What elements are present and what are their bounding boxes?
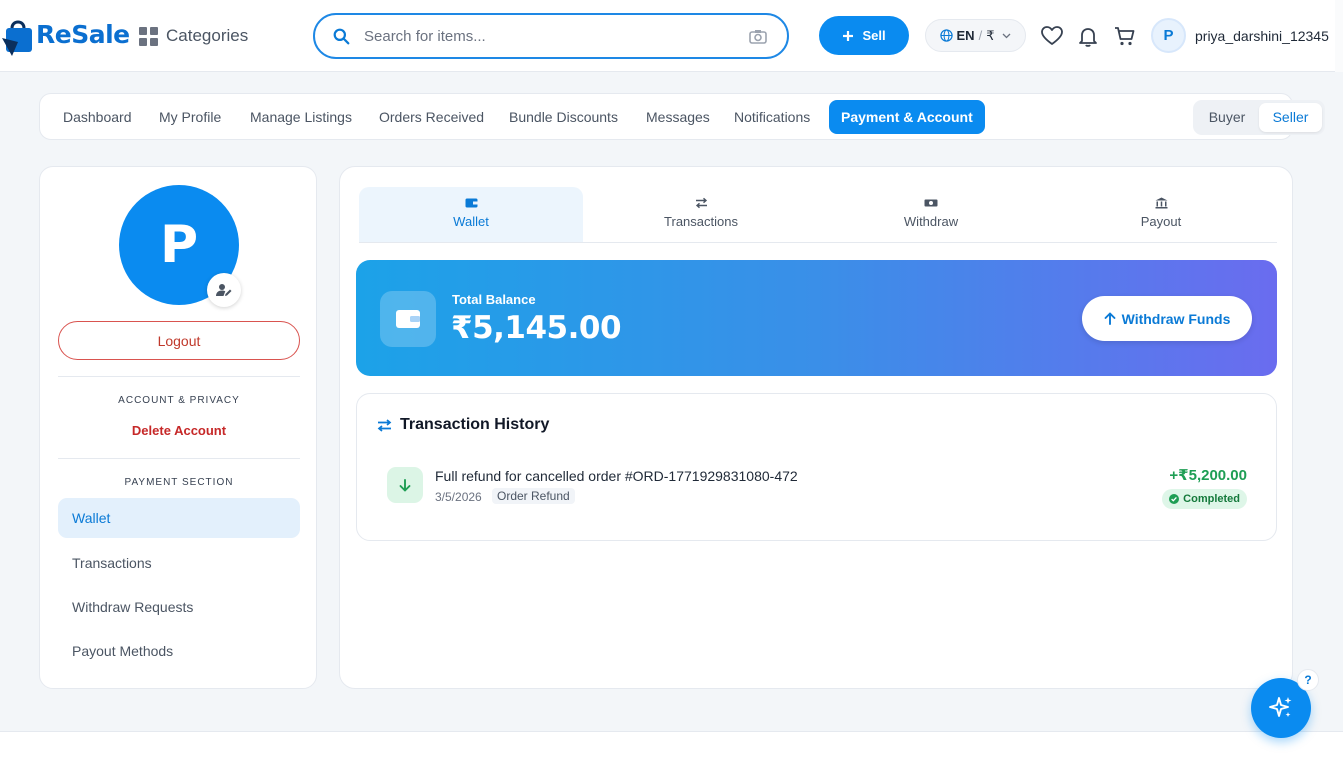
transfer-icon xyxy=(377,418,392,432)
total-balance-label: Total Balance xyxy=(452,292,536,307)
chevron-down-icon xyxy=(1003,33,1011,38)
buyer-option[interactable]: Buyer xyxy=(1196,103,1258,132)
tab-bundle-discounts[interactable]: Bundle Discounts xyxy=(497,100,630,134)
check-circle-icon xyxy=(1169,494,1180,504)
globe-icon xyxy=(939,29,953,42)
search-input[interactable] xyxy=(364,27,749,45)
seller-option[interactable]: Seller xyxy=(1259,103,1322,132)
transaction-history-title: Transaction History xyxy=(400,416,550,433)
bell-icon[interactable] xyxy=(1076,24,1100,48)
user-edit-icon xyxy=(216,284,232,296)
transaction-row[interactable]: Full refund for cancelled order #ORD-177… xyxy=(387,464,1247,510)
tab-withdraw-label: Withdraw xyxy=(903,214,959,229)
heart-icon[interactable] xyxy=(1040,24,1064,48)
sparkle-icon xyxy=(1269,697,1292,717)
divider xyxy=(58,376,300,377)
arrow-up-icon xyxy=(1104,312,1116,325)
categories-button[interactable]: Categories xyxy=(139,26,248,46)
transaction-history-heading: Transaction History xyxy=(377,416,549,434)
logo-text: ReSale xyxy=(36,20,130,49)
tab-transactions[interactable]: Transactions xyxy=(589,187,813,242)
transaction-description: Full refund for cancelled order #ORD-177… xyxy=(435,468,798,484)
transaction-history-card: Transaction History Full refund for canc… xyxy=(356,393,1277,541)
tab-wallet-label: Wallet xyxy=(453,214,489,229)
tab-notifications[interactable]: Notifications xyxy=(722,100,822,134)
payment-section-heading: PAYMENT SECTION xyxy=(124,477,234,488)
edit-avatar-button[interactable] xyxy=(207,273,241,307)
transaction-amount: +₹5,200.00 xyxy=(1169,467,1247,484)
withdraw-funds-label: Withdraw Funds xyxy=(1121,310,1231,327)
sidebar-item-wallet[interactable]: Wallet xyxy=(58,498,300,538)
scrollbar[interactable] xyxy=(1335,0,1343,72)
wallet-icon xyxy=(465,198,477,208)
role-toggle: Buyer Seller xyxy=(1193,100,1325,135)
tab-payout[interactable]: Payout xyxy=(1049,187,1273,242)
sidebar-item-transactions[interactable]: Transactions xyxy=(58,543,300,583)
tab-dashboard[interactable]: Dashboard xyxy=(51,100,144,134)
bank-icon xyxy=(1155,197,1167,209)
tab-my-profile[interactable]: My Profile xyxy=(147,100,233,134)
account-sidebar: P Logout ACCOUNT & PRIVACY Delete Accoun… xyxy=(39,166,317,689)
transfer-icon xyxy=(695,197,707,209)
camera-icon[interactable] xyxy=(749,29,767,44)
tab-messages[interactable]: Messages xyxy=(634,100,722,134)
cart-icon[interactable] xyxy=(1113,24,1137,48)
search-icon[interactable] xyxy=(333,28,350,45)
tab-wallet[interactable]: Wallet xyxy=(359,187,583,242)
divider xyxy=(58,458,300,459)
resale-logo[interactable]: ReSale xyxy=(2,16,130,60)
sell-button[interactable]: Sell xyxy=(819,16,909,55)
sidebar-item-withdraw-requests[interactable]: Withdraw Requests xyxy=(58,587,300,627)
language-label: EN xyxy=(956,28,975,43)
tab-orders-received[interactable]: Orders Received xyxy=(367,100,496,134)
tab-manage-listings[interactable]: Manage Listings xyxy=(238,100,364,134)
user-menu[interactable]: P priya_darshini_12345 xyxy=(1151,18,1329,53)
wallet-tabs: Wallet Transactions Withdraw Payout xyxy=(359,187,1277,243)
status-badge: Completed xyxy=(1162,489,1247,509)
withdraw-funds-button[interactable]: Withdraw Funds xyxy=(1082,296,1252,341)
tab-withdraw[interactable]: Withdraw xyxy=(819,187,1043,242)
dashboard-nav: Dashboard My Profile Manage Listings Ord… xyxy=(39,93,1325,140)
top-header: ReSale Categories Sell EN / ₹ xyxy=(0,0,1343,72)
transaction-date: 3/5/2026 xyxy=(435,490,482,504)
lang-separator: / xyxy=(978,28,983,43)
tab-payout-label: Payout xyxy=(1140,214,1182,229)
page-footer xyxy=(0,731,1343,768)
username: priya_darshini_12345 xyxy=(1195,27,1329,44)
plus-icon xyxy=(843,30,854,41)
cash-icon xyxy=(924,199,938,207)
search-bar xyxy=(313,13,789,59)
language-currency-selector[interactable]: EN / ₹ xyxy=(925,19,1026,52)
wallet-icon xyxy=(380,291,436,347)
grid-icon xyxy=(139,26,158,46)
currency-label: ₹ xyxy=(986,27,995,43)
arrow-down-icon xyxy=(387,467,423,503)
help-button[interactable]: ? xyxy=(1297,669,1319,691)
total-balance-amount: ₹5,145.00 xyxy=(451,310,622,346)
wallet-panel: Wallet Transactions Withdraw Payout Tota… xyxy=(339,166,1293,689)
logout-button[interactable]: Logout xyxy=(58,321,300,360)
delete-account-link[interactable]: Delete Account xyxy=(40,423,318,438)
avatar: P xyxy=(1151,18,1186,53)
balance-card: Total Balance ₹5,145.00 Withdraw Funds xyxy=(356,260,1277,376)
status-label: Completed xyxy=(1183,493,1240,505)
categories-label: Categories xyxy=(166,26,249,45)
account-privacy-heading: ACCOUNT & PRIVACY xyxy=(118,395,240,406)
tab-transactions-label: Transactions xyxy=(664,214,738,229)
sidebar-item-payout-methods[interactable]: Payout Methods xyxy=(58,631,300,671)
transaction-type-badge: Order Refund xyxy=(492,488,575,504)
sell-label: Sell xyxy=(862,28,886,43)
tab-payment-account[interactable]: Payment & Account xyxy=(829,100,985,134)
